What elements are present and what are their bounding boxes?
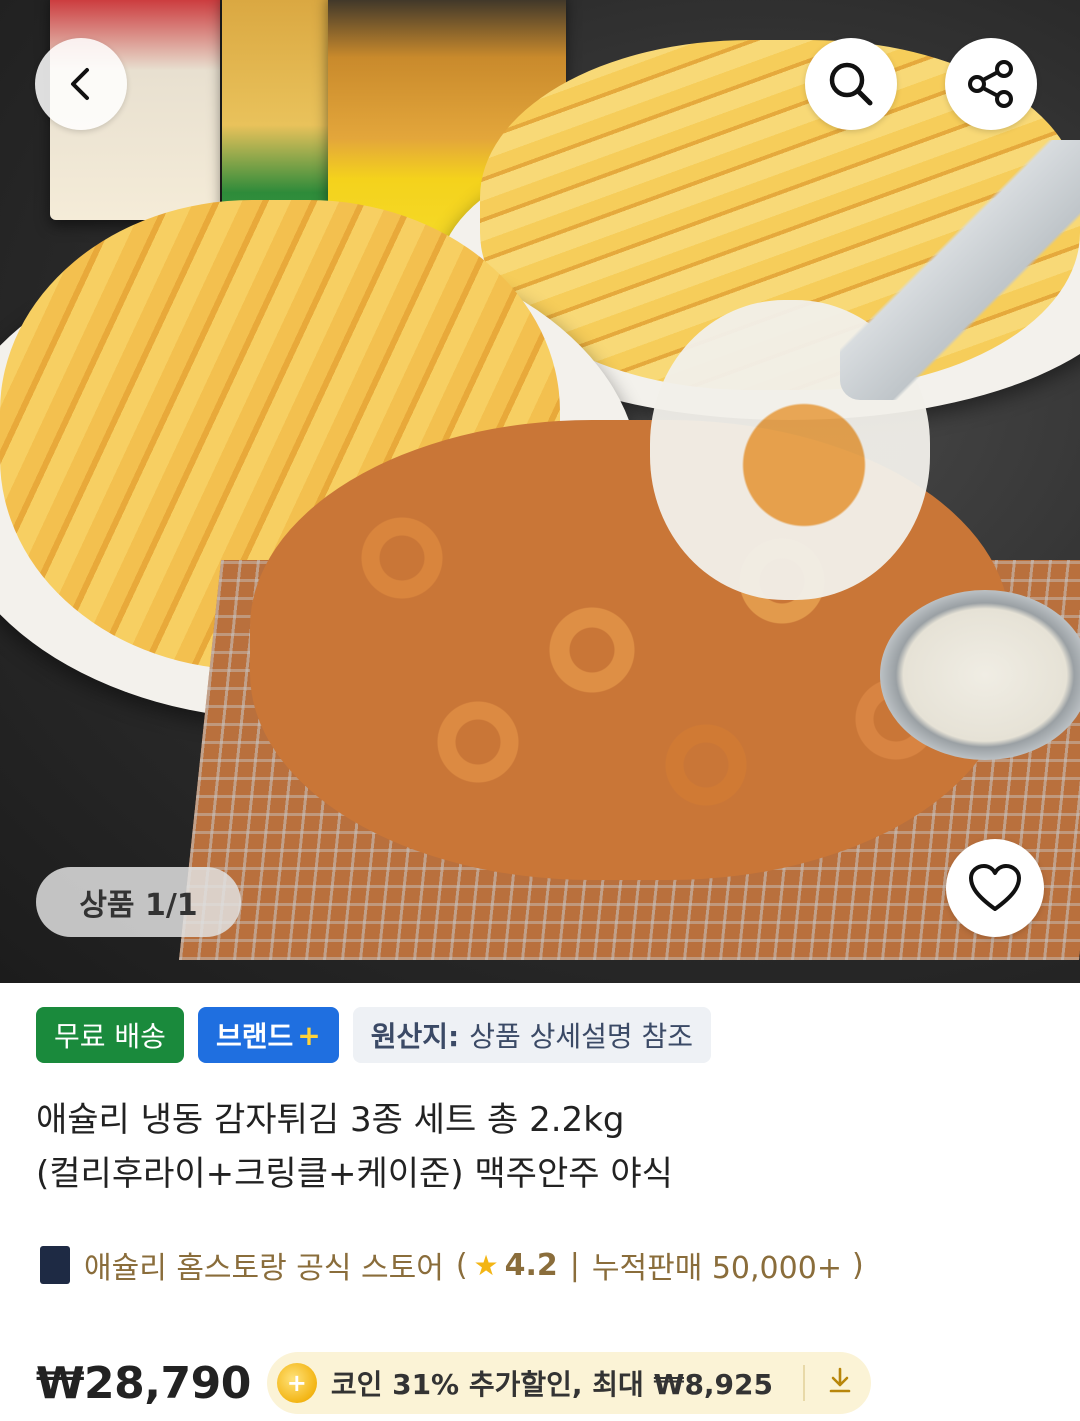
coin-discount-text: 코인 31% 추가할인, 최대 ₩8,925 <box>330 1368 774 1401</box>
product-title-line2: (컬리후라이+크링클+케이준) 맥주안주 야식 <box>36 1154 673 1194</box>
store-rating: 4.2 <box>504 1247 558 1283</box>
heart-icon <box>967 863 1023 913</box>
origin-key: 원산지: <box>370 1020 460 1053</box>
store-logo <box>40 1246 70 1284</box>
share-button[interactable] <box>945 38 1037 130</box>
badge-row: 무료 배송 브랜드 + 원산지: 상품 상세설명 참조 <box>36 1007 712 1063</box>
download-icon <box>827 1366 853 1401</box>
brand-plus-badge[interactable]: 브랜드 + <box>197 1007 339 1063</box>
price: ₩28,790 <box>36 1357 251 1409</box>
fork <box>840 140 1080 400</box>
free-shipping-badge: 무료 배송 <box>36 1007 184 1063</box>
image-counter: 상품 1/1 <box>36 867 241 937</box>
coin-icon: + <box>276 1363 317 1403</box>
product-title: 애슐리 냉동 감자튀김 3종 세트 총 2.2kg (컬리후라이+크링클+케이준… <box>36 1093 1046 1201</box>
store-link[interactable]: 애슐리 홈스토랑 공식 스토어 ( ★ 4.2 | 누적판매 50,000+ ) <box>40 1243 864 1287</box>
image-counter-label: 상품 1/1 <box>79 888 198 923</box>
store-sales: 누적판매 50,000+ <box>591 1251 842 1286</box>
product-title-line1: 애슐리 냉동 감자튀김 3종 세트 총 2.2kg <box>36 1100 625 1140</box>
store-separator: | <box>569 1247 580 1283</box>
store-name: 애슐리 홈스토랑 공식 스토어 <box>84 1251 444 1286</box>
free-shipping-label: 무료 배송 <box>54 1020 166 1053</box>
chevron-left-icon <box>61 64 101 104</box>
brand-plus-icon: + <box>297 1018 321 1052</box>
share-icon <box>964 57 1018 111</box>
sauce-cup <box>880 590 1080 760</box>
coin-divider <box>803 1365 806 1401</box>
store-close-paren: ) <box>851 1247 864 1283</box>
product-image[interactable] <box>0 0 1080 983</box>
search-icon <box>825 58 877 110</box>
back-button[interactable] <box>35 38 127 130</box>
price-row: ₩28,790 + 코인 31% 추가할인, 최대 ₩8,925 <box>36 1352 872 1414</box>
brand-label: 브랜드 <box>215 1020 294 1053</box>
wishlist-button[interactable] <box>946 839 1044 937</box>
origin-value: 상품 상세설명 참조 <box>469 1020 694 1053</box>
store-open-paren: ( <box>455 1247 468 1283</box>
star-icon: ★ <box>473 1248 499 1282</box>
coin-discount-button[interactable]: + 코인 31% 추가할인, 최대 ₩8,925 <box>266 1352 872 1414</box>
origin-badge: 원산지: 상품 상세설명 참조 <box>352 1007 712 1063</box>
search-button[interactable] <box>805 38 897 130</box>
